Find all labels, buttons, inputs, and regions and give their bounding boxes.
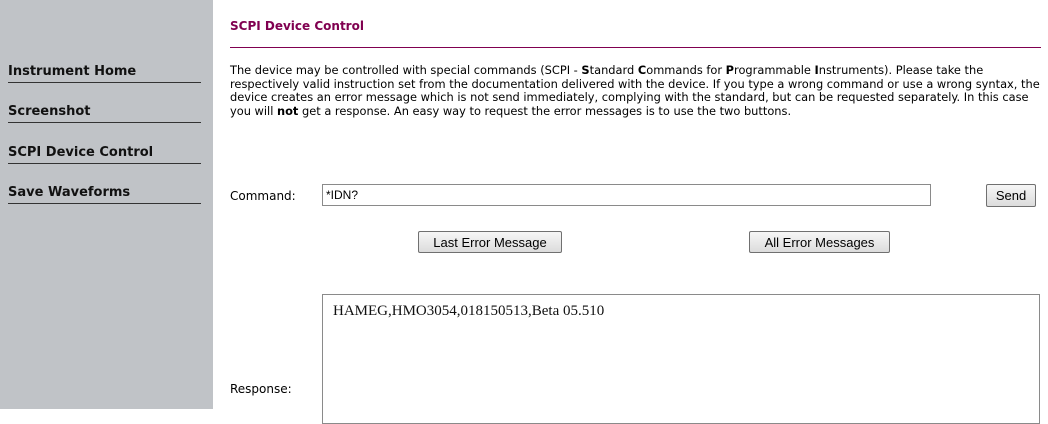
intro-text: The device may be controlled with specia… bbox=[230, 63, 1040, 118]
response-output[interactable]: HAMEG,HMO3054,018150513,Beta 05.510 bbox=[322, 294, 1040, 424]
all-error-messages-button[interactable]: All Error Messages bbox=[749, 231, 890, 253]
response-label: Response: bbox=[230, 382, 292, 396]
last-error-message-button[interactable]: Last Error Message bbox=[418, 231, 562, 253]
sidebar: Instrument Home Screenshot SCPI Device C… bbox=[0, 0, 213, 409]
sidebar-item-screenshot[interactable]: Screenshot bbox=[8, 104, 201, 123]
sidebar-item-instrument-home[interactable]: Instrument Home bbox=[8, 64, 201, 83]
page-title: SCPI Device Control bbox=[230, 19, 1041, 48]
main-content: SCPI Device Control The device may be co… bbox=[230, 0, 1048, 424]
command-label: Command: bbox=[230, 189, 296, 203]
sidebar-item-save-waveforms[interactable]: Save Waveforms bbox=[8, 185, 201, 204]
sidebar-item-scpi-device-control[interactable]: SCPI Device Control bbox=[8, 145, 201, 164]
command-input[interactable] bbox=[322, 184, 931, 206]
send-button[interactable]: Send bbox=[986, 184, 1036, 207]
